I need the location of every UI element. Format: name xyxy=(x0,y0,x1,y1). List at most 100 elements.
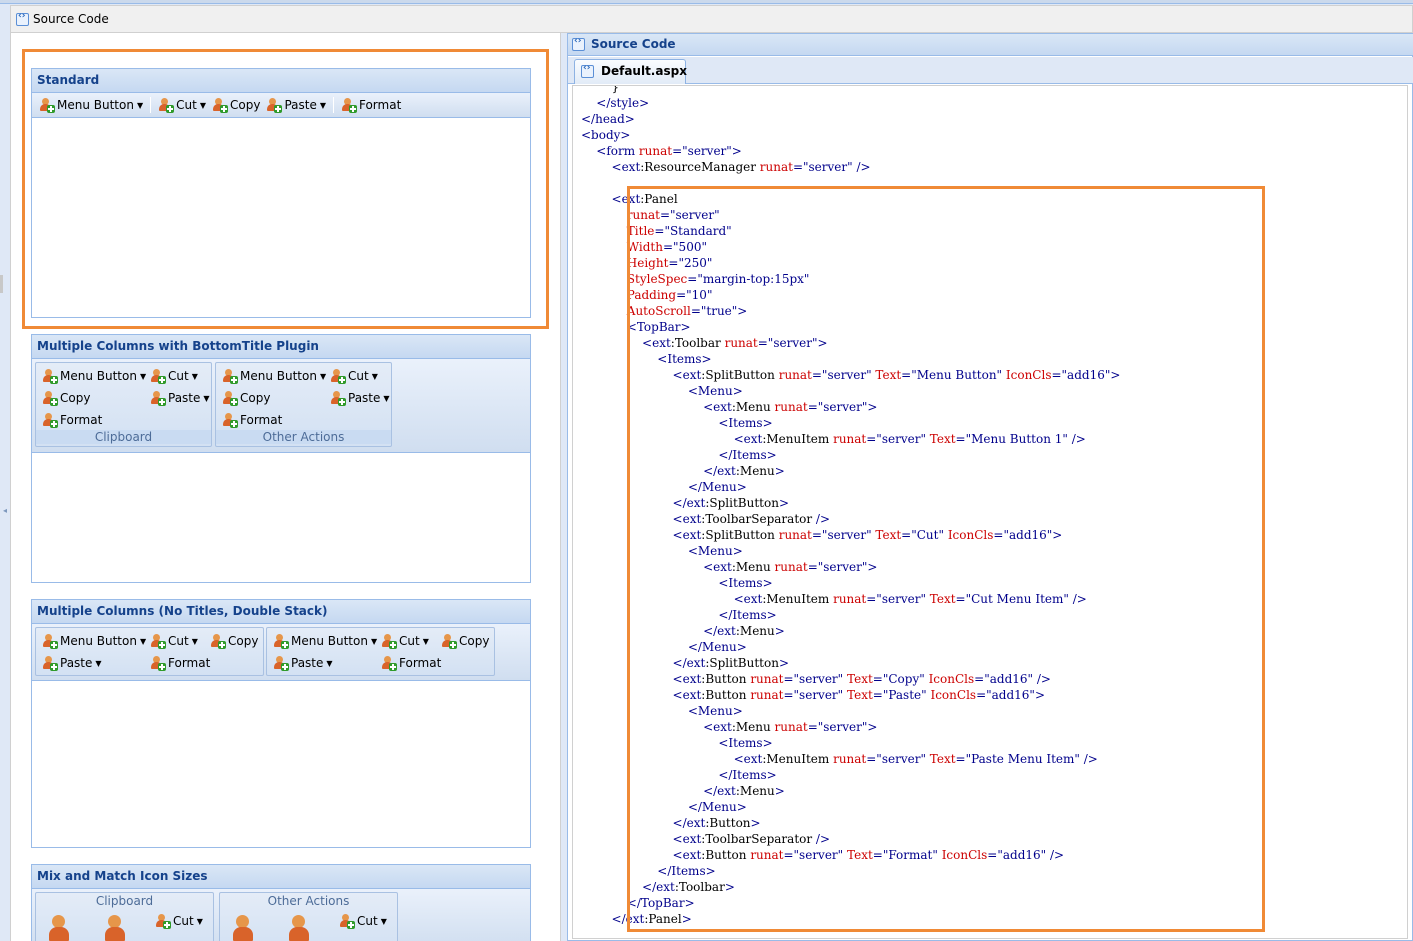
menu-button[interactable]: Menu Button ▼ xyxy=(39,366,149,386)
code-line: </ext:Menu> xyxy=(581,783,1120,799)
code-token: ="server" xyxy=(811,528,876,542)
paste-button[interactable]: Paste ▼ xyxy=(39,653,105,673)
code-token: :Button xyxy=(701,672,751,686)
code-viewer[interactable]: } </style> </head> <body> <form runat="ser… xyxy=(572,85,1408,939)
format-button[interactable]: Format xyxy=(378,653,444,673)
paste-button[interactable]: Paste ▼ xyxy=(147,388,213,408)
cut-button[interactable]: Cut ▼ xyxy=(147,366,201,386)
cut-button[interactable]: Cut ▼ xyxy=(336,911,390,931)
code-token: Text xyxy=(875,528,902,542)
code-token: runat xyxy=(750,848,784,862)
collapse-arrow-icon[interactable]: ◂ xyxy=(3,506,7,516)
menu-button[interactable]: Menu Button ▼ xyxy=(219,366,329,386)
cut-button[interactable]: Cut ▼ xyxy=(378,631,432,651)
code-token: runat xyxy=(778,368,812,382)
code-token: <ext xyxy=(611,192,641,206)
large-user-add-icon[interactable] xyxy=(48,915,70,941)
code-token: ="server" xyxy=(659,208,720,222)
format-button[interactable]: Format xyxy=(219,410,285,430)
code-line: <Items> xyxy=(581,735,1120,751)
chevron-down-icon[interactable]: ▼ xyxy=(140,637,146,646)
cut-button[interactable]: Cut ▼ xyxy=(152,911,206,931)
chevron-down-icon[interactable]: ▼ xyxy=(192,637,198,646)
menu-button[interactable]: Menu Button ▼ xyxy=(39,631,149,651)
code-token: :Menu xyxy=(735,464,775,478)
cut-button[interactable]: Cut ▼ xyxy=(327,366,381,386)
format-button[interactable]: Format xyxy=(147,653,213,673)
code-token: </ext xyxy=(703,464,736,478)
paste-button[interactable]: Paste ▼ xyxy=(327,388,393,408)
code-line: </Items> xyxy=(581,447,1120,463)
code-token: > xyxy=(774,464,785,478)
right-header-title: Source Code xyxy=(591,37,676,51)
chevron-down-icon[interactable]: ▼ xyxy=(371,637,377,646)
chevron-down-icon[interactable]: ▼ xyxy=(320,372,326,381)
copy-button[interactable]: Copy xyxy=(219,388,273,408)
code-token: ="server"> xyxy=(672,144,742,158)
code-token: > xyxy=(774,784,785,798)
code-line: <ext:MenuItem runat="server" Text="Menu … xyxy=(581,431,1120,447)
chevron-down-icon[interactable]: ▼ xyxy=(192,372,198,381)
code-token: :Button xyxy=(705,816,751,830)
copy-button[interactable]: Copy xyxy=(438,631,492,651)
chevron-down-icon: ▼ xyxy=(383,393,390,403)
tab-default-aspx[interactable]: Default.aspx xyxy=(574,59,687,84)
code-token: runat xyxy=(750,688,784,702)
left-splitter[interactable]: ◂ xyxy=(0,33,10,941)
code-token: ="server" xyxy=(783,848,848,862)
code-token: ="server" xyxy=(866,752,930,766)
chevron-down-icon: ▼ xyxy=(319,100,326,110)
cut-button[interactable]: Cut ▼ xyxy=(147,631,201,651)
code-token: </ext xyxy=(703,784,736,798)
format-button[interactable]: Format xyxy=(338,95,404,115)
standard-panel-title: Standard xyxy=(32,69,530,93)
paste-button[interactable]: Paste ▼ xyxy=(270,653,336,673)
large-user-add-icon[interactable] xyxy=(232,915,254,941)
code-token: ="Copy" xyxy=(872,672,929,686)
user-add-icon xyxy=(330,391,346,406)
paste-button[interactable]: Paste ▼ xyxy=(263,95,329,115)
chevron-down-icon[interactable]: ▼ xyxy=(197,917,203,926)
menu-button[interactable]: Menu Button ▼ xyxy=(36,95,146,115)
large-user-add-icon[interactable] xyxy=(104,915,126,941)
code-line: </style> xyxy=(581,95,1120,111)
code-file-icon xyxy=(16,11,29,26)
code-token: <ext xyxy=(733,592,763,606)
code-token: Height xyxy=(626,256,669,270)
code-line: Height="250" xyxy=(581,255,1120,271)
large-user-add-icon[interactable] xyxy=(288,915,310,941)
code-token: ="server" /> xyxy=(792,160,871,174)
user-add-icon xyxy=(381,634,397,649)
left-source-header: Source Code xyxy=(10,5,1413,33)
chevron-down-icon[interactable]: ▼ xyxy=(137,101,143,110)
top-tab-strip xyxy=(0,0,1413,4)
code-token: </Items> xyxy=(718,448,777,462)
menu-button[interactable]: Menu Button ▼ xyxy=(270,631,380,651)
chevron-down-icon[interactable]: ▼ xyxy=(140,372,146,381)
code-line: <ext:Panel xyxy=(581,191,1120,207)
code-line: <ext:Menu runat="server"> xyxy=(581,559,1120,575)
code-token: ="margin-top:15px" xyxy=(687,272,810,286)
code-token: ="server" xyxy=(811,368,876,382)
chevron-down-icon[interactable]: ▼ xyxy=(372,372,378,381)
format-button[interactable]: Format xyxy=(39,410,105,430)
bottom-title-panel: Multiple Columns with BottomTitle Plugin… xyxy=(31,334,531,583)
code-line: <Menu> xyxy=(581,383,1120,399)
copy-button[interactable]: Copy xyxy=(209,95,263,115)
code-token: :SplitButton xyxy=(701,368,779,382)
chevron-down-icon[interactable]: ▼ xyxy=(200,101,206,110)
copy-button[interactable]: Copy xyxy=(207,631,261,651)
copy-button[interactable]: Copy xyxy=(39,388,93,408)
cut-button[interactable]: Cut ▼ xyxy=(155,95,209,115)
chevron-down-icon[interactable]: ▼ xyxy=(381,917,387,926)
code-token: ="add16" /> xyxy=(987,848,1065,862)
code-token: :Button xyxy=(701,688,751,702)
code-line: </Menu> xyxy=(581,639,1120,655)
chevron-down-icon[interactable]: ▼ xyxy=(423,637,429,646)
